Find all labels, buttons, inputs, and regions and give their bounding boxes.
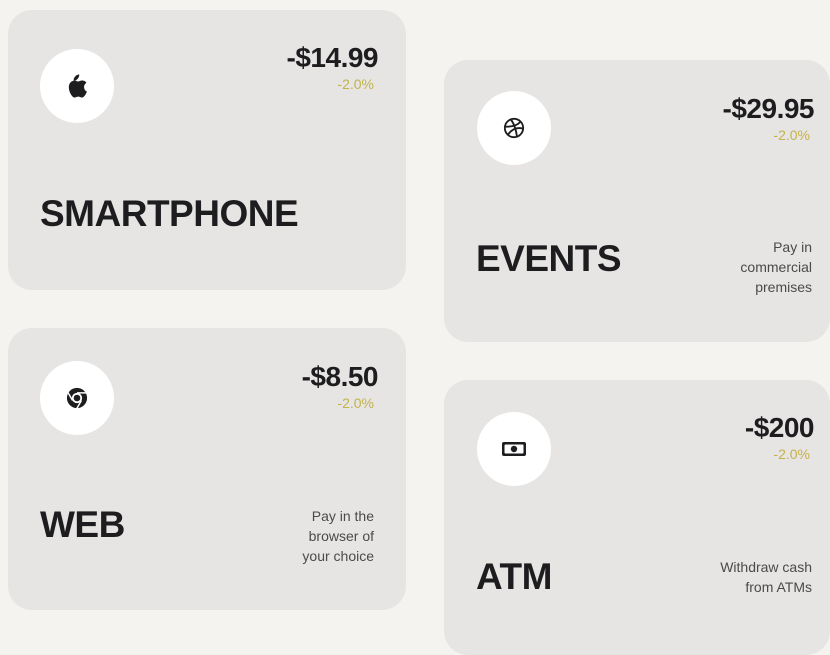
apple-icon xyxy=(68,74,87,98)
card-title: EVENTS xyxy=(476,238,622,279)
amount: -$14.99 xyxy=(286,42,379,73)
card-title: SMARTPHONE xyxy=(40,193,299,234)
change-percent: -2.0% xyxy=(337,76,374,92)
apple-icon-badge xyxy=(40,49,114,123)
chrome-icon-badge xyxy=(40,361,114,435)
chrome-icon xyxy=(66,387,88,409)
banknote-icon xyxy=(502,442,526,456)
card-atm[interactable]: -$200 -2.0% ATM Withdraw cash from ATMs xyxy=(444,380,830,655)
card-description: Pay in the browser of your choice xyxy=(302,508,374,564)
card-title: ATM xyxy=(476,556,552,597)
dribbble-icon-badge xyxy=(477,91,551,165)
card-smartphone[interactable]: -$14.99 -2.0% SMARTPHONE xyxy=(8,10,406,290)
card-description: Pay in commercial premises xyxy=(740,239,812,295)
banknote-icon-badge xyxy=(477,412,551,486)
amount: -$200 xyxy=(744,412,815,443)
card-web[interactable]: -$8.50 -2.0% WEB Pay in the browser of y… xyxy=(8,328,406,610)
amount: -$29.95 xyxy=(722,93,815,124)
dribbble-icon xyxy=(503,117,525,139)
change-percent: -2.0% xyxy=(773,446,810,462)
card-events[interactable]: -$29.95 -2.0% EVENTS Pay in commercial p… xyxy=(444,60,830,342)
change-percent: -2.0% xyxy=(337,395,374,411)
change-percent: -2.0% xyxy=(773,127,810,143)
card-title: WEB xyxy=(40,504,125,545)
card-description: Withdraw cash from ATMs xyxy=(720,559,812,595)
amount: -$8.50 xyxy=(301,361,379,392)
